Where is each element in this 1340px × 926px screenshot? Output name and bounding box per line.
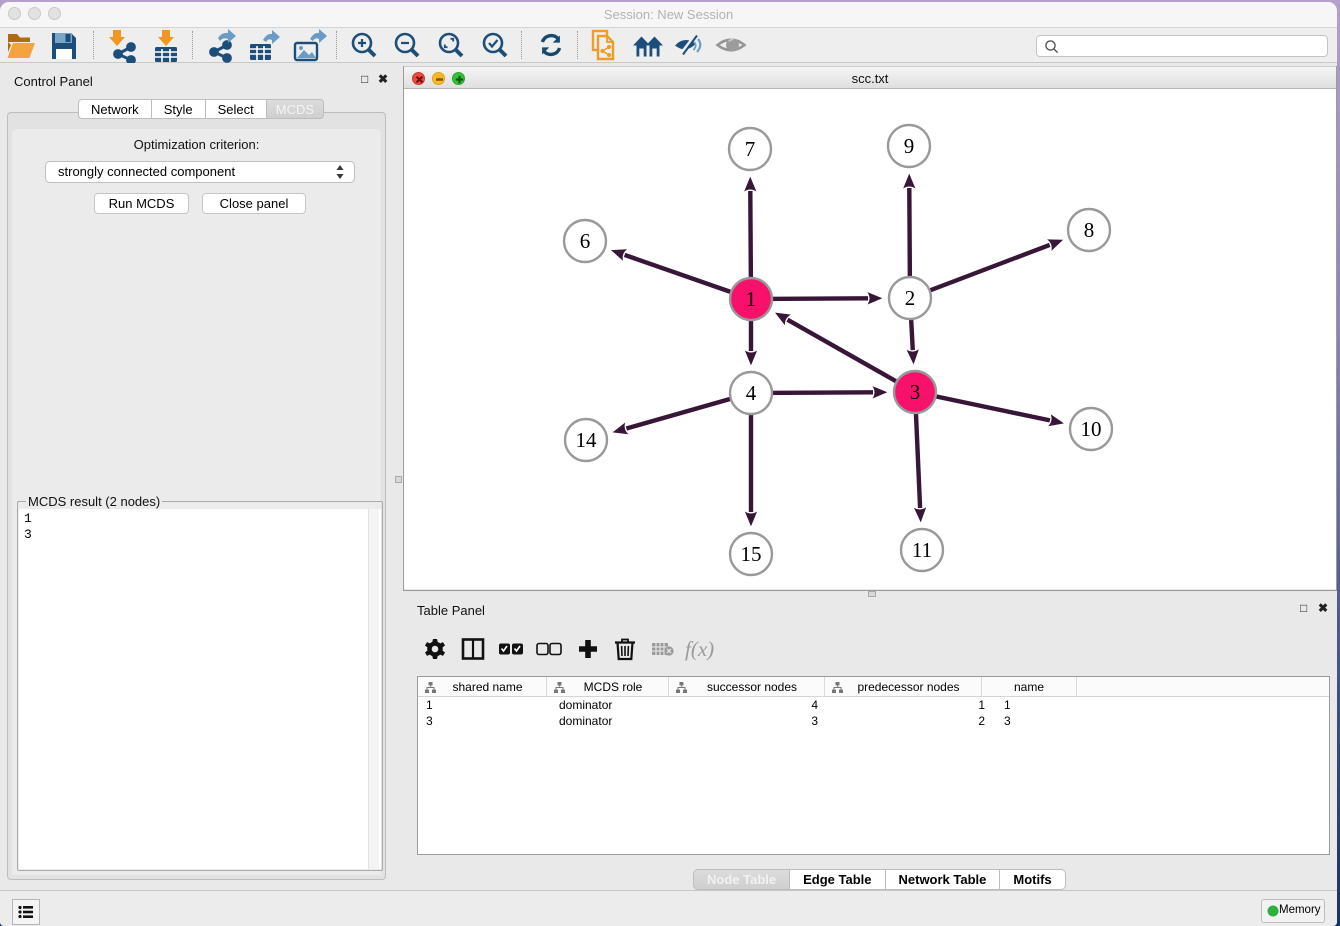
svg-text:11: 11 [912,538,932,562]
svg-text:10: 10 [1081,417,1102,441]
svg-text:1: 1 [746,287,757,311]
svg-text:7: 7 [745,137,756,161]
svg-text:14: 14 [576,428,598,452]
svg-text:9: 9 [904,134,915,158]
svg-text:8: 8 [1084,218,1095,242]
svg-text:15: 15 [741,542,762,566]
svg-text:4: 4 [746,381,757,405]
svg-text:3: 3 [910,380,921,404]
svg-text:2: 2 [905,286,916,310]
svg-text:f(x): f(x) [685,637,714,661]
svg-text:6: 6 [580,229,591,253]
